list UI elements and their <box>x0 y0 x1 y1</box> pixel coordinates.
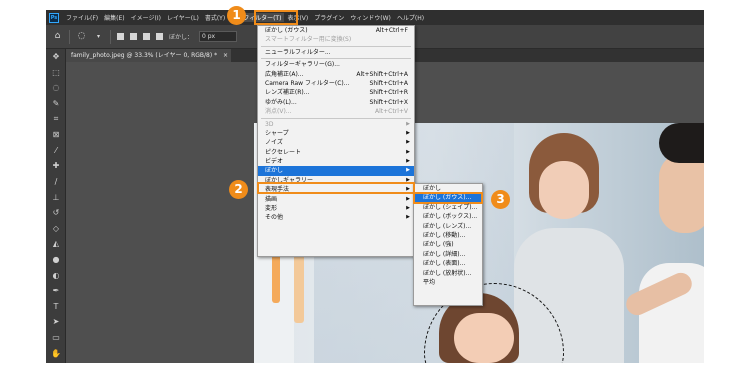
history-brush-icon[interactable]: ↺ <box>46 205 66 221</box>
menu-item-last-filter[interactable]: ぼかし (ガウス) Alt+Ctrl+F <box>258 26 414 35</box>
chevron-right-icon: ▶ <box>406 120 410 127</box>
feather-label: ぼかし： <box>169 34 194 41</box>
menu-item-neural-filters[interactable]: ニューラルフィルター... <box>258 48 414 57</box>
menu-item-pixelate[interactable]: ピクセレート ▶ <box>258 148 414 157</box>
menu-divider <box>261 45 411 47</box>
submenu-item-motion-blur[interactable]: ぼかし (移動)... <box>414 231 482 240</box>
submenu-item-smart-blur[interactable]: ぼかし (詳細)... <box>414 250 482 259</box>
photo-woman-face <box>539 161 589 219</box>
annotation-highlight-blur-item <box>257 182 415 194</box>
menu-file[interactable]: ファイル(F) <box>63 13 101 22</box>
menu-plugins[interactable]: プラグイン <box>311 13 347 22</box>
photo-man-hair <box>659 123 704 163</box>
menu-item-video[interactable]: ビデオ ▶ <box>258 157 414 166</box>
document-title: family_photo.jpeg @ 33.3% (レイヤー 0, RGB/8… <box>71 52 218 59</box>
menu-item-filter-gallery[interactable]: フィルターギャラリー(G)... <box>258 60 414 69</box>
menu-item-adaptive-wide-angle[interactable]: 広角補正(A)... Alt+Shift+Ctrl+A <box>258 70 414 79</box>
menu-divider <box>261 117 411 119</box>
divider <box>110 29 111 44</box>
lasso-tool-icon[interactable]: ◌ <box>76 31 87 42</box>
submenu-item-radial-blur[interactable]: ぼかし (放射状)... <box>414 269 482 278</box>
photo-man-face <box>659 153 704 233</box>
menu-help[interactable]: ヘルプ(H) <box>394 13 427 22</box>
menu-edit[interactable]: 編集(E) <box>101 13 127 22</box>
menu-item-3d: 3D ▶ <box>265 120 410 128</box>
menu-bar: Ps ファイル(F) 編集(E) イメージ(I) レイヤー(L) 書式(Y) 選… <box>46 10 704 25</box>
new-selection-icon[interactable] <box>117 33 124 40</box>
chevron-right-icon: ▶ <box>406 195 410 202</box>
photoshop-window: Ps ファイル(F) 編集(E) イメージ(I) レイヤー(L) 書式(Y) 選… <box>46 10 704 363</box>
menu-item-camera-raw[interactable]: Camera Raw フィルター(C)... Shift+Ctrl+A <box>258 79 414 88</box>
clone-stamp-icon[interactable]: ⊥ <box>46 189 66 205</box>
menu-item-lens-correction[interactable]: レンズ補正(R)... Shift+Ctrl+R <box>258 88 414 97</box>
chevron-right-icon: ▶ <box>406 129 410 136</box>
submenu-item-blur-more[interactable]: ぼかし (強) <box>414 240 482 249</box>
lasso-tool-icon[interactable]: ◌ <box>46 80 66 96</box>
chevron-right-icon: ▶ <box>406 148 410 155</box>
menu-type[interactable]: 書式(Y) <box>202 13 228 22</box>
submenu-item-blur[interactable]: ぼかし <box>414 184 482 193</box>
chevron-right-icon: ▶ <box>406 205 410 212</box>
menu-layer[interactable]: レイヤー(L) <box>164 13 202 22</box>
menu-item-distort[interactable]: 変形 ▶ <box>258 204 414 213</box>
menu-item-noise[interactable]: ノイズ ▶ <box>258 138 414 147</box>
menu-item-sharpen[interactable]: シャープ ▶ <box>258 129 414 138</box>
submenu-item-average[interactable]: 平均 <box>414 278 482 287</box>
chevron-right-icon: ▶ <box>406 158 410 165</box>
callout-step-1: 1 <box>227 6 246 25</box>
callout-step-2: 2 <box>229 180 248 199</box>
submenu-item-surface-blur[interactable]: ぼかし (表面)... <box>414 259 482 268</box>
annotation-highlight-filter-menu <box>254 10 298 25</box>
eraser-icon[interactable]: ◇ <box>46 221 66 237</box>
rectangle-tool-icon[interactable]: ▭ <box>46 330 66 346</box>
submenu-item-lens-blur[interactable]: ぼかし (レンズ)... <box>414 222 482 231</box>
menu-divider <box>261 58 411 60</box>
menu-window[interactable]: ウィンドウ(W) <box>347 13 394 22</box>
close-icon[interactable]: × <box>223 52 228 59</box>
brush-tool-icon[interactable]: ∕ <box>46 174 66 190</box>
blur-tool-icon[interactable]: ● <box>46 252 66 268</box>
chevron-right-icon: ▶ <box>406 167 410 174</box>
photoshop-logo-icon: Ps <box>49 12 59 23</box>
dodge-tool-icon[interactable]: ◐ <box>46 267 66 283</box>
menu-item-render[interactable]: 描画 ▶ <box>258 195 414 204</box>
menu-image[interactable]: イメージ(I) <box>128 13 164 22</box>
intersect-selection-icon[interactable] <box>156 33 163 40</box>
pen-tool-icon[interactable]: ✒ <box>46 283 66 299</box>
marquee-tool-icon[interactable]: ⬚ <box>46 65 66 81</box>
eyedropper-icon[interactable]: ⁄ <box>46 143 66 159</box>
feather-input[interactable]: 0 px <box>199 31 238 42</box>
subtract-selection-icon[interactable] <box>143 33 150 40</box>
add-selection-icon[interactable] <box>130 33 137 40</box>
menu-item-vanishing-point: 消点(V)... Alt+Ctrl+V <box>265 108 408 116</box>
chevron-down-icon[interactable]: ▾ <box>93 31 104 42</box>
quick-select-icon[interactable]: ✎ <box>46 96 66 112</box>
tools-panel: ✥ ⬚ ◌ ✎ ⌗ ⊠ ⁄ ✚ ∕ ⊥ ↺ ◇ ◭ ● ◐ ✒ T ➤ ▭ ✋ <box>46 49 66 363</box>
submenu-item-shape-blur[interactable]: ぼかし (シェイプ)... <box>414 203 482 212</box>
document-tab[interactable]: family_photo.jpeg @ 33.3% (レイヤー 0, RGB/8… <box>66 49 231 62</box>
chevron-right-icon: ▶ <box>406 214 410 221</box>
hand-tool-icon[interactable]: ✋ <box>46 345 66 361</box>
menu-item-blur[interactable]: ぼかし ▶ <box>258 166 414 176</box>
move-tool-icon[interactable]: ✥ <box>46 49 66 65</box>
paint-bucket-icon[interactable]: ◭ <box>46 236 66 252</box>
chevron-right-icon: ▶ <box>406 139 410 146</box>
blur-submenu: ぼかし ぼかし (ガウス)... ぼかし (シェイプ)... ぼかし (ボックス… <box>413 183 483 306</box>
frame-tool-icon[interactable]: ⊠ <box>46 127 66 143</box>
menu-item-other[interactable]: その他 ▶ <box>258 213 414 222</box>
crop-tool-icon[interactable]: ⌗ <box>46 111 66 127</box>
healing-brush-icon[interactable]: ✚ <box>46 158 66 174</box>
menu-item-convert-smart-filter: スマートフィルター用に変換(S) <box>265 36 352 44</box>
divider <box>69 29 70 44</box>
callout-step-3: 3 <box>491 190 510 209</box>
filter-menu-dropdown: ぼかし (ガウス) Alt+Ctrl+F スマートフィルター用に変換(S) ニュー… <box>257 25 415 257</box>
home-icon[interactable]: ⌂ <box>52 31 63 42</box>
submenu-item-gaussian-blur[interactable]: ぼかし (ガウス)... <box>413 192 483 204</box>
type-tool-icon[interactable]: T <box>46 299 66 315</box>
path-select-icon[interactable]: ➤ <box>46 314 66 330</box>
submenu-item-box-blur[interactable]: ぼかし (ボックス)... <box>414 212 482 221</box>
menu-item-liquify[interactable]: ゆがみ(L)... Shift+Ctrl+X <box>258 98 414 107</box>
